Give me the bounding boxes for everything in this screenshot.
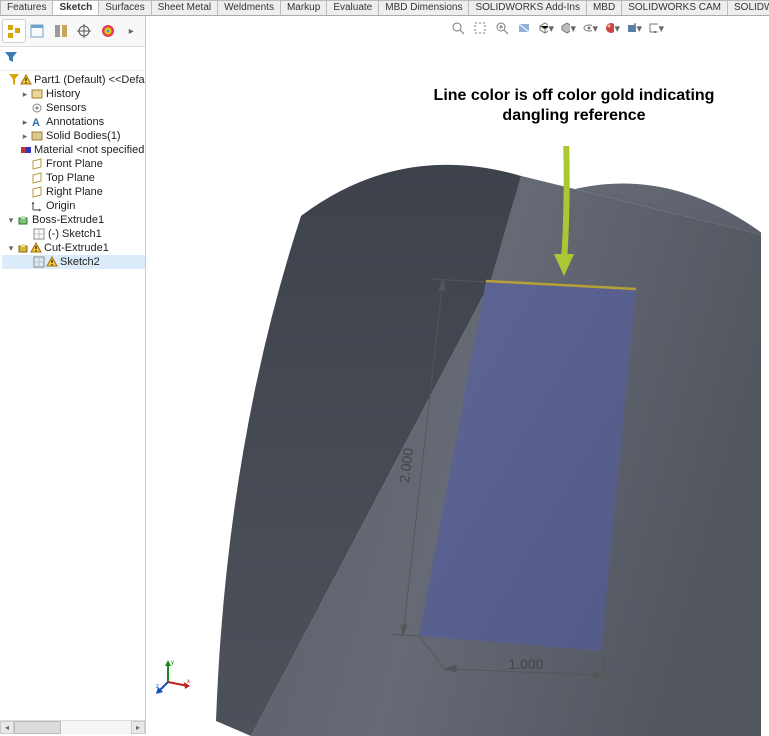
zoom-area-icon[interactable] <box>472 20 488 36</box>
view-triad[interactable]: y x z <box>154 656 194 696</box>
fm-tab-property-icon[interactable] <box>26 19 50 43</box>
tab-surfaces[interactable]: Surfaces <box>98 0 151 15</box>
appearance-icon[interactable]: ▾ <box>604 20 620 36</box>
heads-up-toolbar: ▾ ▾ ▾ ▾ ▾ ▾ <box>446 18 668 38</box>
tab-weldments[interactable]: Weldments <box>217 0 281 15</box>
filter-icon[interactable] <box>4 51 18 63</box>
tree-root-label: Part1 (Default) <<Default>_Displa <box>32 74 145 86</box>
command-manager-tabs: Features Sketch Surfaces Sheet Metal Wel… <box>0 0 769 16</box>
tab-evaluate[interactable]: Evaluate <box>326 0 379 15</box>
tree-item-solid-bodies[interactable]: ▸Solid Bodies(1) <box>2 129 145 143</box>
tree-feature-boss-extrude[interactable]: ▾Boss-Extrude1 <box>2 213 145 227</box>
tab-sw-cam-tbm[interactable]: SOLIDWORKS CAM TBM <box>727 0 769 15</box>
sidebar-hscrollbar[interactable]: ◂ ▸ <box>0 720 145 734</box>
view-settings-icon[interactable]: ▾ <box>648 20 664 36</box>
scroll-thumb[interactable] <box>14 721 61 734</box>
fm-tab-overflow-icon[interactable]: ▸ <box>120 19 144 43</box>
tab-mbd-dimensions[interactable]: MBD Dimensions <box>378 0 469 15</box>
section-view-icon[interactable] <box>516 20 532 36</box>
tree-item-top-plane[interactable]: Top Plane <box>2 171 145 185</box>
tree-item-front-plane[interactable]: Front Plane <box>2 157 145 171</box>
tree-item-right-plane[interactable]: Right Plane <box>2 185 145 199</box>
tree-feature-sketch1[interactable]: (-) Sketch1 <box>2 227 145 241</box>
tree-feature-cut-extrude[interactable]: ▾Cut-Extrude1 <box>2 241 145 255</box>
callout-text: Line color is off color gold indicating … <box>404 86 744 126</box>
svg-text:A: A <box>32 117 40 128</box>
fm-tab-tree-icon[interactable] <box>2 19 26 43</box>
tree-item-annotations[interactable]: ▸AAnnotations <box>2 115 145 129</box>
tree-root[interactable]: Part1 (Default) <<Default>_Displa <box>2 73 145 87</box>
filter-row <box>0 47 145 71</box>
graphics-viewport[interactable]: ▾ ▾ ▾ ▾ ▾ ▾ Line color is off color gold… <box>146 16 769 734</box>
tab-sketch[interactable]: Sketch <box>52 0 99 15</box>
zoom-fit-icon[interactable] <box>450 20 466 36</box>
fm-tab-dimxpert-icon[interactable] <box>73 19 97 43</box>
scroll-track[interactable] <box>14 721 131 734</box>
tab-mbd[interactable]: MBD <box>586 0 622 15</box>
fm-tab-config-icon[interactable] <box>49 19 73 43</box>
display-style-icon[interactable]: ▾ <box>560 20 576 36</box>
scene-icon[interactable]: ▾ <box>626 20 642 36</box>
tab-sheet-metal[interactable]: Sheet Metal <box>151 0 218 15</box>
scroll-left-button[interactable]: ◂ <box>0 721 14 734</box>
svg-text:y: y <box>171 660 174 666</box>
svg-text:z: z <box>156 684 159 690</box>
feature-tree[interactable]: Part1 (Default) <<Default>_Displa ▸Histo… <box>0 71 145 720</box>
tab-markup[interactable]: Markup <box>280 0 327 15</box>
view-orientation-icon[interactable]: ▾ <box>538 20 554 36</box>
feature-manager-tabs: ▸ <box>0 16 145 47</box>
hide-show-icon[interactable]: ▾ <box>582 20 598 36</box>
tree-item-origin[interactable]: Origin <box>2 199 145 213</box>
model-render: 2.000 1.000 <box>191 146 761 736</box>
tab-features[interactable]: Features <box>0 0 53 15</box>
dimension-horizontal-value: 1.000 <box>508 656 543 672</box>
feature-manager-panel: ▸ Part1 (Default) <<Default>_Displa ▸His… <box>0 16 146 734</box>
svg-text:x: x <box>187 679 190 685</box>
tree-feature-sketch2[interactable]: Sketch2 <box>2 255 145 269</box>
prev-view-icon[interactable] <box>494 20 510 36</box>
tree-item-material[interactable]: Material <not specified> <box>2 143 145 157</box>
tab-sw-addins[interactable]: SOLIDWORKS Add-Ins <box>468 0 586 15</box>
tab-sw-cam[interactable]: SOLIDWORKS CAM <box>621 0 728 15</box>
fm-tab-display-icon[interactable] <box>96 19 120 43</box>
scroll-right-button[interactable]: ▸ <box>131 721 145 734</box>
tree-item-history[interactable]: ▸History <box>2 87 145 101</box>
tree-item-sensors[interactable]: Sensors <box>2 101 145 115</box>
